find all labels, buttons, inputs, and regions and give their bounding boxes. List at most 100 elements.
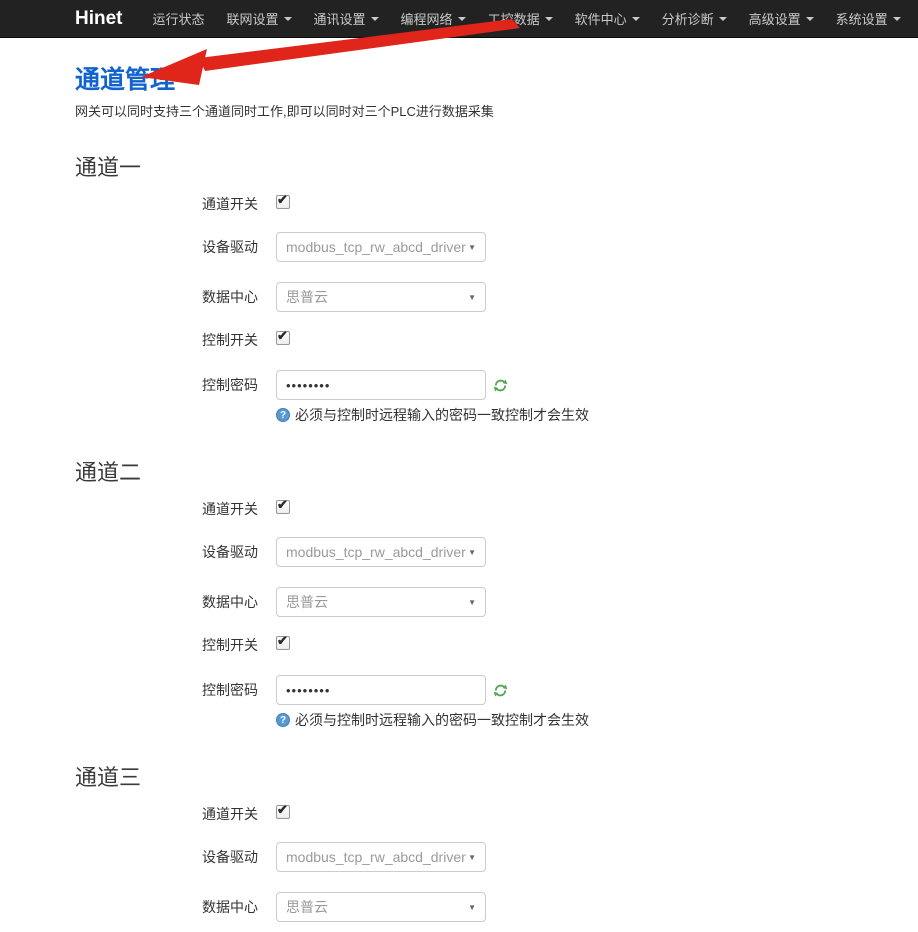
chevron-down-icon: [893, 17, 901, 21]
chevron-down-icon: [719, 17, 727, 21]
control-password-input[interactable]: [276, 370, 486, 400]
password-help-text: 必须与控制时远程输入的密码一致控制才会生效: [295, 710, 589, 730]
control-switch-label: 控制开关: [0, 330, 258, 350]
chevron-down-icon: [806, 17, 814, 21]
device-driver-row: 设备驱动 modbus_tcp_rw_abcd_driver ▼: [0, 232, 918, 262]
nav-item-network-settings[interactable]: 联网设置: [227, 9, 292, 28]
data-center-label: 数据中心: [0, 897, 258, 917]
control-password-label: 控制密码: [0, 370, 258, 400]
channel-switch-label: 通道开关: [0, 194, 258, 214]
nav-item-label: 通讯设置: [314, 9, 366, 28]
checkmark-icon: ✔: [277, 803, 288, 816]
data-center-label: 数据中心: [0, 287, 258, 307]
nav-item-comm-settings[interactable]: 通讯设置: [314, 9, 379, 28]
password-help: ? 必须与控制时远程输入的密码一致控制才会生效: [276, 710, 918, 730]
channel-switch-checkbox[interactable]: ✔: [276, 805, 290, 819]
nav-item-programming-network[interactable]: 编程网络: [401, 9, 466, 28]
nav-item-advanced-settings[interactable]: 高级设置: [749, 9, 814, 28]
channel-switch-row: 通道开关 ✔: [0, 499, 918, 517]
device-driver-label: 设备驱动: [0, 542, 258, 562]
nav-item-label: 系统设置: [836, 9, 888, 28]
nav-item-industrial-data[interactable]: 工控数据: [488, 9, 553, 28]
channel-3-section: 通道三 通道开关 ✔ 设备驱动 modbus_tcp_rw_abcd_drive…: [0, 760, 918, 922]
device-driver-label: 设备驱动: [0, 847, 258, 867]
control-switch-checkbox[interactable]: ✔: [276, 331, 290, 345]
nav-item-run-status[interactable]: 运行状态: [153, 9, 205, 28]
control-password-label: 控制密码: [0, 675, 258, 705]
control-switch-row: 控制开关 ✔: [0, 330, 918, 348]
device-driver-value: modbus_tcp_rw_abcd_driver: [286, 239, 466, 255]
data-center-row: 数据中心 思普云 ▼: [0, 282, 918, 312]
nav-item-label: 高级设置: [749, 9, 801, 28]
channel-2-title: 通道二: [75, 455, 918, 487]
nav-item-label: 运行状态: [153, 9, 205, 28]
data-center-value: 思普云: [286, 287, 328, 307]
device-driver-value: modbus_tcp_rw_abcd_driver: [286, 544, 466, 560]
nav-item-label: 联网设置: [227, 9, 279, 28]
select-caret-icon: ▼: [468, 853, 476, 862]
data-center-label: 数据中心: [0, 592, 258, 612]
nav-item-label: 分析诊断: [662, 9, 714, 28]
control-password-row: 控制密码 ? 必须与控制时远程输入的密码一致控制才会: [0, 675, 918, 730]
data-center-select[interactable]: 思普云 ▼: [276, 892, 486, 922]
nav-item-analysis-diagnosis[interactable]: 分析诊断: [662, 9, 727, 28]
page-content: 通道管理 网关可以同时支持三个通道同时工作,即可以同时对三个PLC进行数据采集 …: [0, 60, 918, 922]
chevron-down-icon: [458, 17, 466, 21]
help-icon: ?: [276, 408, 290, 422]
control-password-input[interactable]: [276, 675, 486, 705]
nav-item-system-settings[interactable]: 系统设置: [836, 9, 901, 28]
channel-switch-row: 通道开关 ✔: [0, 194, 918, 212]
select-caret-icon: ▼: [468, 243, 476, 252]
channel-switch-label: 通道开关: [0, 499, 258, 519]
device-driver-label: 设备驱动: [0, 237, 258, 257]
data-center-value: 思普云: [286, 592, 328, 612]
control-password-row: 控制密码 ? 必须与控制时远程输入的密码一致控制才会: [0, 370, 918, 425]
select-caret-icon: ▼: [468, 598, 476, 607]
password-help-text: 必须与控制时远程输入的密码一致控制才会生效: [295, 405, 589, 425]
nav-item-label: 工控数据: [488, 9, 540, 28]
chevron-down-icon: [632, 17, 640, 21]
nav-item-label: 编程网络: [401, 9, 453, 28]
device-driver-select[interactable]: modbus_tcp_rw_abcd_driver ▼: [276, 537, 486, 567]
page-description: 网关可以同时支持三个通道同时工作,即可以同时对三个PLC进行数据采集: [75, 101, 918, 120]
checkmark-icon: ✔: [277, 193, 288, 206]
control-switch-label: 控制开关: [0, 635, 258, 655]
data-center-select[interactable]: 思普云 ▼: [276, 587, 486, 617]
channel-3-title: 通道三: [75, 760, 918, 792]
channel-2-section: 通道二 通道开关 ✔ 设备驱动 modbus_tcp_rw_abcd_drive…: [0, 455, 918, 730]
nav-item-label: 软件中心: [575, 9, 627, 28]
channel-switch-checkbox[interactable]: ✔: [276, 195, 290, 209]
page-title: 通道管理: [75, 60, 918, 96]
select-caret-icon: ▼: [468, 548, 476, 557]
data-center-select[interactable]: 思普云 ▼: [276, 282, 486, 312]
device-driver-select[interactable]: modbus_tcp_rw_abcd_driver ▼: [276, 232, 486, 262]
channel-switch-label: 通道开关: [0, 804, 258, 824]
select-caret-icon: ▼: [468, 293, 476, 302]
brand-logo[interactable]: Hinet: [75, 8, 123, 30]
refresh-icon[interactable]: [493, 683, 508, 698]
refresh-icon[interactable]: [493, 378, 508, 393]
device-driver-value: modbus_tcp_rw_abcd_driver: [286, 849, 466, 865]
password-help: ? 必须与控制时远程输入的密码一致控制才会生效: [276, 405, 918, 425]
control-switch-row: 控制开关 ✔: [0, 635, 918, 653]
chevron-down-icon: [371, 17, 379, 21]
data-center-row: 数据中心 思普云 ▼: [0, 892, 918, 922]
help-icon: ?: [276, 713, 290, 727]
channel-switch-checkbox[interactable]: ✔: [276, 500, 290, 514]
data-center-value: 思普云: [286, 897, 328, 917]
control-switch-checkbox[interactable]: ✔: [276, 636, 290, 650]
select-caret-icon: ▼: [468, 903, 476, 912]
device-driver-select[interactable]: modbus_tcp_rw_abcd_driver ▼: [276, 842, 486, 872]
checkmark-icon: ✔: [277, 329, 288, 342]
checkmark-icon: ✔: [277, 498, 288, 511]
device-driver-row: 设备驱动 modbus_tcp_rw_abcd_driver ▼: [0, 537, 918, 567]
channel-1-section: 通道一 通道开关 ✔ 设备驱动 modbus_tcp_rw_abcd_drive…: [0, 150, 918, 425]
checkmark-icon: ✔: [277, 634, 288, 647]
chevron-down-icon: [545, 17, 553, 21]
nav-item-software-center[interactable]: 软件中心: [575, 9, 640, 28]
channel-switch-row: 通道开关 ✔: [0, 804, 918, 822]
device-driver-row: 设备驱动 modbus_tcp_rw_abcd_driver ▼: [0, 842, 918, 872]
top-navbar: Hinet 运行状态 联网设置 通讯设置 编程网络 工控数据 软件中心 分析诊断…: [0, 0, 918, 38]
chevron-down-icon: [284, 17, 292, 21]
channel-1-title: 通道一: [75, 150, 918, 182]
